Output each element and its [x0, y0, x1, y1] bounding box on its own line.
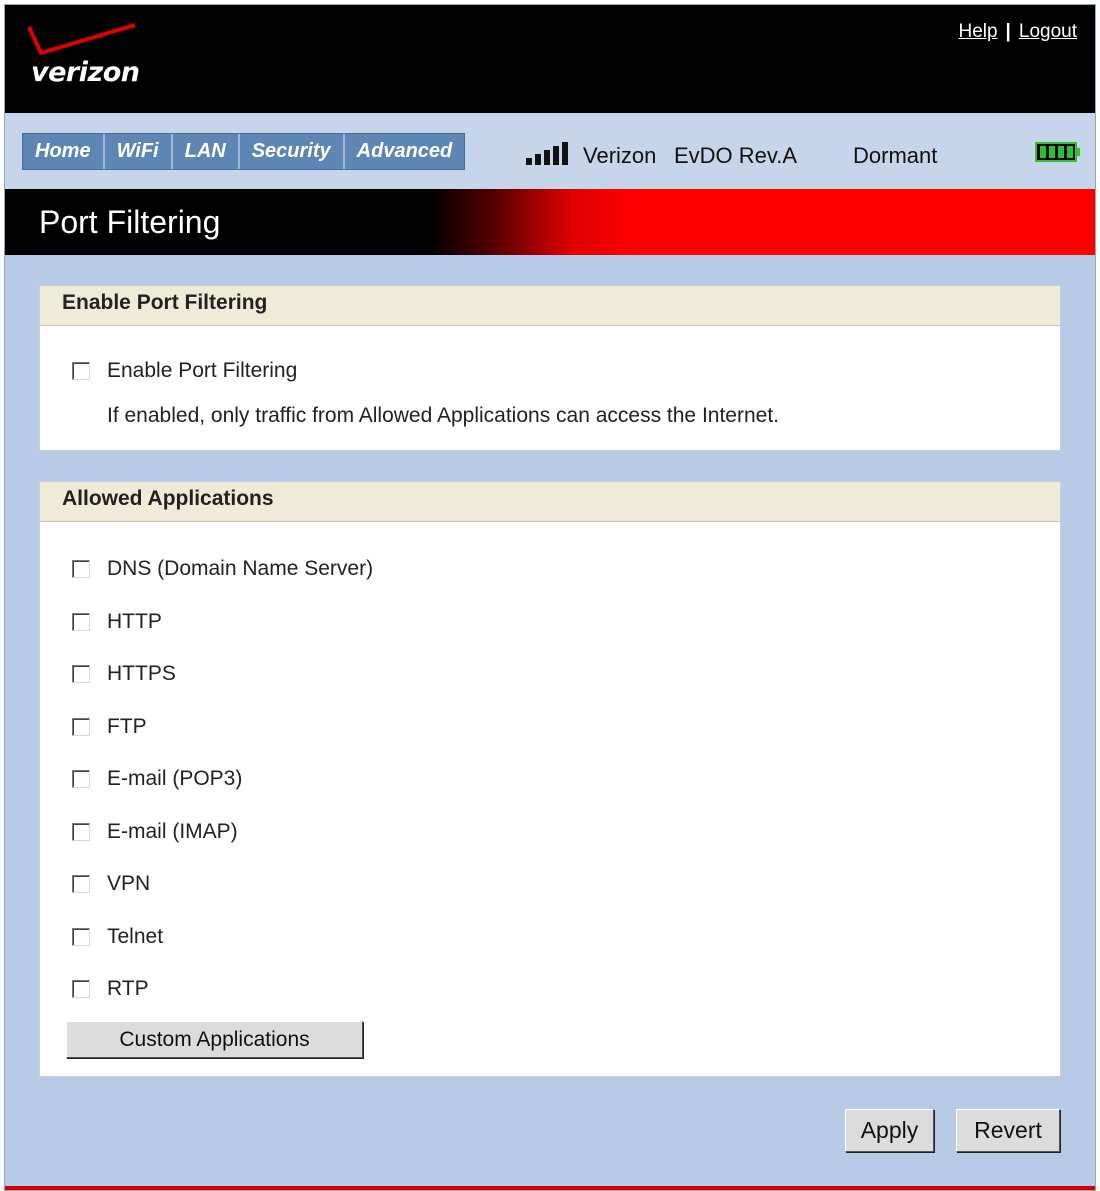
signal-bar	[544, 150, 550, 165]
telnet-checkbox[interactable]	[72, 928, 90, 946]
app-label: VPN	[107, 872, 151, 895]
app-label: RTP	[107, 977, 149, 1000]
ftp-checkbox[interactable]	[72, 718, 90, 736]
apply-button[interactable]: Apply	[845, 1109, 934, 1152]
dns-checkbox[interactable]	[72, 560, 90, 578]
imap-checkbox[interactable]	[72, 823, 90, 841]
page-title-bar: Port Filtering	[5, 189, 1095, 255]
enable-port-filtering-checkbox[interactable]	[72, 362, 90, 380]
tab-wifi[interactable]: WiFi	[105, 134, 173, 169]
tab-security[interactable]: Security	[240, 134, 345, 169]
signal-bar	[553, 146, 559, 165]
pop3-checkbox[interactable]	[72, 770, 90, 788]
app-option-rtp[interactable]: RTP	[72, 976, 149, 1002]
tab-advanced[interactable]: Advanced	[345, 134, 465, 169]
top-links: Help | Logout	[958, 21, 1077, 43]
app-option-http[interactable]: HTTP	[72, 609, 162, 635]
app-label: HTTP	[107, 610, 162, 633]
panel-heading: Enable Port Filtering	[40, 286, 1060, 326]
rtp-checkbox[interactable]	[72, 980, 90, 998]
logo-text: verizon	[31, 57, 140, 88]
panel-heading: Allowed Applications	[40, 482, 1060, 522]
connection-status: Dormant	[853, 143, 938, 168]
logout-link[interactable]: Logout	[1019, 21, 1077, 42]
https-checkbox[interactable]	[72, 665, 90, 683]
verizon-logo: verizon	[27, 19, 147, 99]
app-option-vpn[interactable]: VPN	[72, 871, 150, 897]
app-option-telnet[interactable]: Telnet	[72, 924, 163, 950]
footer-divider	[5, 1186, 1095, 1190]
app-option-ftp[interactable]: FTP	[72, 714, 147, 740]
help-link[interactable]: Help	[958, 21, 997, 42]
signal-bar	[535, 154, 541, 165]
enable-port-filtering-panel: Enable Port Filtering Enable Port Filter…	[39, 285, 1061, 451]
revert-button[interactable]: Revert	[956, 1109, 1060, 1152]
network-name: Verizon	[583, 143, 657, 168]
app-option-https[interactable]: HTTPS	[72, 661, 176, 687]
page-title: Port Filtering	[39, 204, 221, 240]
verizon-check-icon	[27, 23, 136, 55]
main-tabs: Home WiFi LAN Security Advanced	[22, 133, 466, 170]
app-label: FTP	[107, 715, 147, 738]
signal-strength-icon	[526, 141, 570, 165]
http-checkbox[interactable]	[72, 613, 90, 631]
app-option-imap[interactable]: E-mail (IMAP)	[72, 819, 238, 845]
app-label: E-mail (POP3)	[107, 767, 243, 790]
app-label: E-mail (IMAP)	[107, 820, 238, 843]
signal-bar	[526, 158, 532, 165]
network-type: EvDO Rev.A	[674, 143, 798, 168]
router-admin-window: verizon Help | Logout Home WiFi LAN Securi…	[4, 4, 1096, 1191]
app-option-dns[interactable]: DNS (Domain Name Server)	[72, 556, 373, 582]
link-separator: |	[1005, 21, 1011, 42]
signal-bar	[562, 142, 568, 165]
allowed-applications-panel: Allowed Applications DNS (Domain Name Se…	[39, 481, 1061, 1077]
help-text: If enabled, only traffic from Allowed Ap…	[107, 404, 779, 427]
battery-full-icon	[1035, 142, 1080, 162]
app-label: Telnet	[107, 925, 164, 948]
app-option-pop3[interactable]: E-mail (POP3)	[72, 766, 242, 792]
app-label: HTTPS	[107, 662, 176, 685]
vpn-checkbox[interactable]	[72, 875, 90, 893]
checkbox-label: Enable Port Filtering	[107, 359, 298, 382]
tab-home[interactable]: Home	[23, 134, 105, 169]
nav-bar: Home WiFi LAN Security Advanced Verizon …	[5, 113, 1095, 189]
header: verizon Help | Logout	[5, 5, 1095, 113]
tab-lan[interactable]: LAN	[173, 134, 240, 169]
enable-port-filtering-option[interactable]: Enable Port Filtering	[72, 358, 297, 384]
app-label: DNS (Domain Name Server)	[107, 557, 374, 580]
custom-applications-button[interactable]: Custom Applications	[66, 1021, 363, 1058]
